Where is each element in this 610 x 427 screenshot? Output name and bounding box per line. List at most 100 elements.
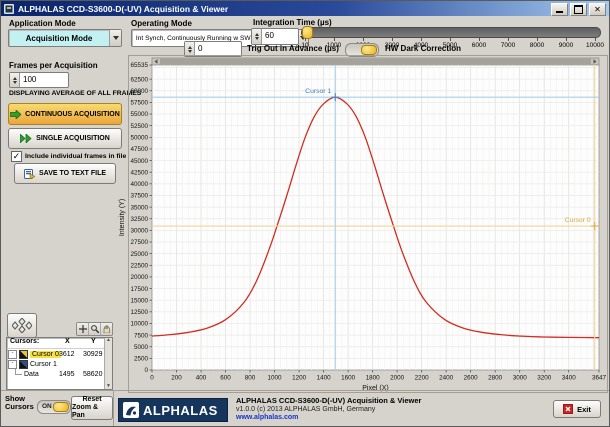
application-mode-value: Acquisition Mode (9, 34, 109, 43)
spinner-icon[interactable] (252, 29, 262, 44)
cursor-mover-pad[interactable] (7, 313, 37, 338)
integration-time-slider[interactable] (301, 27, 601, 38)
single-acquisition-button[interactable]: SINGLE ACQUISITION (8, 128, 122, 149)
cursor-style-swatch (19, 360, 28, 369)
cursors-title: Cursors: (10, 338, 39, 345)
zoom-tool-button[interactable] (89, 323, 101, 335)
slider-tick-mark (305, 38, 306, 41)
integration-time-value: 60 (262, 29, 298, 44)
cursor-list-row[interactable]: -Cursor 0361230929 (7, 349, 112, 359)
y-tick-label: 20000 (130, 274, 148, 281)
y-tick-label: 22500 (130, 262, 148, 269)
crosshair-icon (79, 325, 87, 333)
slider-tick-mark (566, 38, 567, 41)
x-tick-label: 400 (196, 375, 207, 382)
slider-tick-mark (450, 38, 451, 41)
slider-tick-label: 6000 (472, 42, 486, 49)
y-tick-label: 25000 (130, 251, 148, 258)
x-tick-label: 3200 (537, 375, 552, 382)
continuous-acquisition-button[interactable]: CONTINUOUS ACQUISITION (8, 103, 122, 125)
pan-tool-button[interactable] (101, 323, 112, 335)
y-tick-label: 40000 (130, 181, 148, 188)
x-tick-label: 1600 (341, 375, 356, 382)
cursor-row-x-value: 1495 (59, 371, 75, 378)
hw-dark-correction-label: HW Dark Correction (385, 44, 461, 53)
x-tick-label: 2800 (488, 375, 503, 382)
spinner-icon[interactable] (10, 73, 20, 87)
show-cursors-toggle[interactable]: ON (37, 400, 71, 414)
cursor-row-label[interactable]: Data (24, 371, 39, 378)
x-tick-label: 1000 (268, 375, 283, 382)
y-tick-label: 45000 (130, 158, 148, 165)
alphalas-logo-mark-icon (123, 402, 139, 418)
x-tick-label: 2000 (390, 375, 405, 382)
include-frames-label: Include individual frames in file (25, 153, 126, 160)
reset-zoom-pan-button[interactable]: Reset Zoom & Pan (71, 396, 113, 420)
graph-hscrollbar-thumb[interactable] (160, 59, 591, 64)
y-tick-label: 55000 (130, 111, 148, 118)
save-to-text-file-button[interactable]: SAVE TO TEXT FILE (14, 163, 116, 184)
footer-app-name: ALPHALAS CCD-S3600-D(-UV) Acquisition & … (236, 396, 421, 405)
x-tick-label: 2200 (415, 375, 430, 382)
frames-per-acquisition-value: 100 (20, 73, 68, 87)
close-button[interactable]: ✕ (589, 3, 606, 16)
include-frames-checkbox-row[interactable]: ✓ Include individual frames in file (11, 151, 126, 162)
x-tick-label: 1800 (366, 375, 381, 382)
y-tick-label: 30000 (130, 228, 148, 235)
slider-tick-mark (479, 38, 480, 41)
cursor-tool-button[interactable] (77, 323, 89, 335)
cursor-row-label[interactable]: Cursor 0 (30, 351, 61, 358)
x-tick-label: 800 (245, 375, 256, 382)
x-tick-label: 600 (220, 375, 231, 382)
listbox-scrollbar[interactable]: ▲▼ (104, 338, 112, 389)
integration-time-label: Integration Time (µs) (253, 18, 332, 27)
exit-button[interactable]: Exit (553, 400, 601, 418)
y-tick-label: 0 (144, 367, 148, 374)
y-tick-label: 12500 (130, 309, 148, 316)
application-mode-dropdown[interactable]: Acquisition Mode (8, 29, 122, 47)
slider-tick-label: 7000 (501, 42, 515, 49)
alphalas-logo: ALPHALAS (118, 398, 228, 422)
y-tick-label: 62500 (130, 76, 148, 83)
slider-tick-mark (508, 38, 509, 41)
cursor-list-row[interactable]: - Cursor 1 (7, 359, 112, 369)
minimize-button[interactable] (551, 3, 568, 16)
y-axis-label: Intensity (Y) (119, 199, 126, 236)
graph-panel: Cursor 0Cursor 1020040060080010001200140… (128, 55, 608, 393)
title-bar[interactable]: ALPHALAS CCD-S3600-D(-UV) Acquisition & … (1, 1, 609, 16)
y-tick-label: 7500 (134, 332, 149, 339)
chart[interactable]: Cursor 0Cursor 1020040060080010001200140… (114, 56, 610, 392)
integration-time-input[interactable]: 60 (251, 28, 299, 45)
checkbox-checked-icon[interactable]: ✓ (11, 151, 22, 162)
cursor-row-y-value: 58620 (83, 371, 102, 378)
frames-per-acquisition-label: Frames per Acquisition (9, 61, 98, 70)
x-tick-label: 1200 (292, 375, 307, 382)
cursor-label: Cursor 0 (565, 217, 591, 224)
tree-expander-icon[interactable]: - (8, 360, 17, 369)
slider-tick-label: 10000 (586, 42, 604, 49)
frames-per-acquisition-input[interactable]: 100 (9, 72, 69, 88)
divider (1, 390, 609, 391)
cursor-style-swatch (19, 350, 28, 359)
maximize-button[interactable] (570, 3, 587, 16)
cursor-row-label[interactable]: Cursor 1 (30, 361, 57, 368)
spinner-icon[interactable] (185, 42, 195, 56)
y-tick-label: 27500 (130, 239, 148, 246)
cursor-list-row[interactable]: Data 1495 58620 (7, 369, 112, 379)
cursors-listbox[interactable]: Cursors: X Y -Cursor 0361230929-Cursor 1… (6, 337, 113, 390)
slider-tick-label: 9000 (559, 42, 573, 49)
x-tick-label: 3000 (513, 375, 528, 382)
x-tick-label: 2400 (439, 375, 454, 382)
x-tick-label: 2600 (464, 375, 479, 382)
green-double-arrow-icon (20, 134, 32, 143)
y-tick-label: 42500 (130, 169, 148, 176)
y-tick-label: 5000 (134, 344, 149, 351)
tree-expander-icon[interactable]: - (8, 350, 17, 359)
save-file-icon (24, 168, 35, 179)
integration-time-slider-thumb[interactable] (302, 26, 313, 39)
cursor-row-x-value: 3612 (59, 351, 75, 358)
chevron-down-icon[interactable] (109, 30, 121, 46)
y-tick-label: 57500 (130, 100, 148, 107)
footer-website-link[interactable]: www.alphalas.com (236, 414, 298, 421)
slider-tick-mark (363, 38, 364, 41)
